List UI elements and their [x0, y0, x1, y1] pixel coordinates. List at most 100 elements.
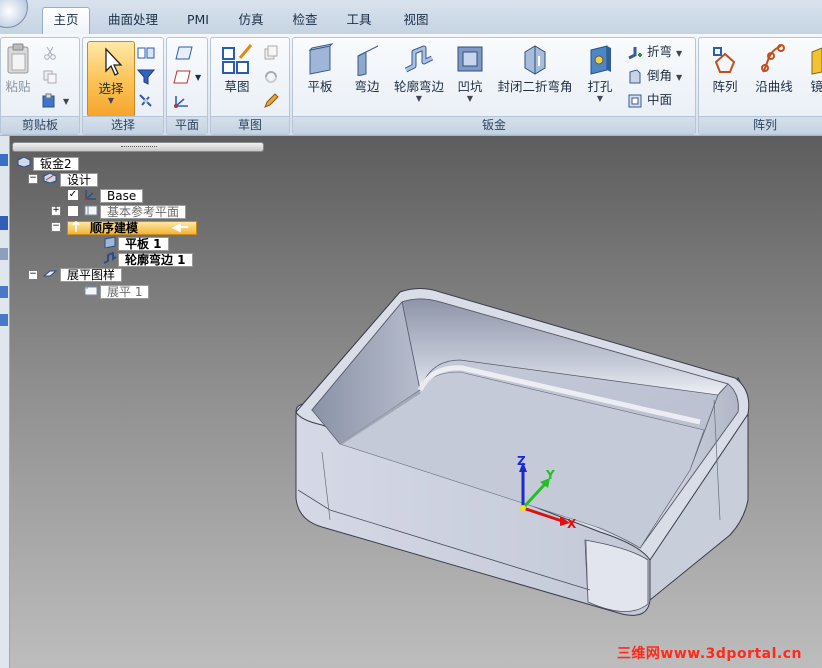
design-icon: [43, 172, 57, 184]
tab-pmi[interactable]: PMI: [176, 8, 220, 33]
tree-node-tab-1[interactable]: 平板 1: [118, 237, 169, 251]
tab-simulation[interactable]: 仿真: [228, 8, 274, 33]
dimple-button[interactable]: 凹坑 ▼: [451, 42, 489, 103]
coordinate-system-button[interactable]: [173, 90, 195, 110]
tab-home[interactable]: 主页: [42, 7, 90, 35]
midplane-button[interactable]: 中面: [627, 90, 672, 110]
pattern-label: 阵列: [712, 79, 738, 94]
tree-node-flat-1[interactable]: 展平 1: [100, 285, 150, 299]
features-tab-icon[interactable]: [0, 286, 8, 298]
chamfer-label: 倒角: [647, 68, 673, 83]
contour-flange-label: 轮廓弯边: [393, 79, 444, 94]
chamfer-button[interactable]: 倒角 ▼: [627, 66, 682, 86]
punch-button[interactable]: 打孔 ▼: [581, 42, 619, 103]
plane-group: ▼ 平面: [166, 37, 208, 135]
pattern-along-curve-button[interactable]: 沿曲线: [749, 42, 799, 95]
ordered-collapse-toggle[interactable]: −: [51, 222, 61, 232]
docking-tab-strip: [0, 136, 10, 668]
pattern-along-curve-label: 沿曲线: [755, 79, 793, 94]
cut-button[interactable]: [43, 42, 61, 62]
bend-button[interactable]: 折弯 ▼: [627, 42, 682, 62]
tab-1-label: 平板 1: [118, 237, 169, 251]
draw-sketch-button[interactable]: [263, 90, 283, 110]
rollback-arrow-icon[interactable]: ◀━: [172, 221, 188, 233]
punch-label: 打孔: [587, 79, 613, 94]
layers-tab-icon[interactable]: [0, 216, 8, 230]
coincident-plane-button[interactable]: [175, 42, 197, 62]
ribbon-tab-bar: 主页 曲面处理 PMI 仿真 检查 工具 视图: [0, 0, 822, 35]
midplane-icon: [628, 94, 642, 107]
root-label: 钣金2: [33, 157, 79, 171]
sheet-metal-part-icon: [17, 156, 31, 168]
project-to-sketch-button[interactable]: [263, 42, 283, 62]
plane-options-button[interactable]: ▼: [173, 66, 201, 86]
closed-corner-label: 封闭二折弯角: [497, 79, 573, 94]
format-painter-icon: [42, 93, 55, 107]
tree-node-contour-flange-1[interactable]: 轮廓弯边 1: [118, 253, 193, 267]
select-tool-button[interactable]: 选择 ▼: [87, 41, 135, 117]
base-label: Base: [100, 189, 144, 203]
flat-pattern-label: 展平图样: [60, 268, 123, 282]
mirror-button[interactable]: 镜像: [803, 42, 822, 95]
flange-button[interactable]: 弯边: [347, 42, 387, 95]
tab-tools[interactable]: 工具: [336, 8, 382, 33]
flat-pattern-collapse-toggle[interactable]: −: [28, 270, 38, 280]
tree-node-ordered[interactable]: 顺序建模 ◀━: [67, 221, 198, 235]
ref-plane-icon: [84, 205, 98, 216]
select-component-button[interactable]: [137, 42, 159, 62]
application-menu-button[interactable]: [0, 0, 28, 28]
pathfinder-resize-grip[interactable]: [12, 142, 264, 152]
query-select-button[interactable]: [137, 90, 159, 110]
axis-icon: [174, 95, 188, 108]
contour-flange-button[interactable]: 轮廓弯边 ▼: [391, 42, 447, 103]
paste-special-button[interactable]: ▼: [41, 90, 69, 110]
filter-button[interactable]: [137, 66, 159, 86]
pattern-button[interactable]: 阵列: [705, 42, 745, 95]
pattern-group-label: 阵列: [699, 116, 822, 134]
pencil-icon: [264, 92, 279, 108]
bend-label: 折弯: [647, 44, 673, 59]
base-visibility-checkbox[interactable]: ✓: [67, 189, 79, 201]
sketch-relations-button[interactable]: [263, 66, 283, 86]
dimple-icon: [457, 46, 483, 72]
ordered-label: 顺序建模 ◀━: [67, 221, 198, 235]
sketch-button[interactable]: 草图: [215, 42, 259, 95]
tab-surfacing[interactable]: 曲面处理: [98, 8, 168, 33]
tab-feature-button[interactable]: 平板: [299, 42, 341, 95]
tree-node-base[interactable]: Base: [100, 189, 144, 203]
z-axis-label: Z: [517, 454, 526, 468]
tree-node-root[interactable]: 钣金2: [33, 157, 79, 171]
base-csys-icon: [84, 190, 96, 200]
relations-icon: [265, 70, 277, 83]
mirror-label: 镜像: [810, 79, 822, 94]
ribbon: 粘贴 ▼ 剪贴板 选择 ▼ 选择 ▼ 平面 草图 草图 平板 弯边 轮廓弯边 ▼…: [0, 34, 822, 136]
tab-view[interactable]: 视图: [390, 8, 442, 33]
closed-corner-icon: [524, 45, 546, 75]
tab-inspect[interactable]: 检查: [282, 8, 328, 33]
sheetmetal-group: 平板 弯边 轮廓弯边 ▼ 凹坑 ▼ 封闭二折弯角 打孔 ▼ 折弯 ▼ 倒角 ▼ 中面…: [292, 37, 696, 135]
flange-icon: [357, 45, 379, 76]
tree-node-flat-pattern[interactable]: 展平图样: [60, 268, 123, 282]
paste-button[interactable]: 粘贴: [3, 42, 33, 95]
design-label: 设计: [60, 173, 99, 187]
plane-dropdown-icon: [173, 70, 191, 83]
plane-icon: [175, 46, 193, 59]
select-group: 选择 ▼ 选择: [82, 37, 164, 135]
ref-planes-visibility-checkbox[interactable]: [67, 205, 79, 217]
flange-label: 弯边: [354, 79, 380, 94]
plane-group-label: 平面: [167, 116, 207, 134]
sensors-tab-icon[interactable]: [0, 314, 8, 326]
midplane-label: 中面: [647, 92, 673, 107]
closed-corner-button[interactable]: 封闭二折弯角: [493, 42, 577, 95]
library-tab-icon[interactable]: [0, 248, 8, 260]
flat-pattern-icon: [43, 270, 57, 277]
copy-button[interactable]: [43, 66, 61, 86]
mirror-icon: [811, 47, 822, 75]
tree-node-ref-planes[interactable]: 基本参考平面: [100, 205, 187, 219]
design-collapse-toggle[interactable]: −: [28, 174, 38, 184]
tree-node-design[interactable]: 设计: [60, 173, 99, 187]
ref-planes-expand-toggle[interactable]: +: [51, 206, 61, 216]
ordered-text: 顺序建模: [90, 221, 139, 235]
ref-planes-label: 基本参考平面: [100, 205, 187, 219]
pathfinder-tab-icon[interactable]: [0, 154, 8, 166]
